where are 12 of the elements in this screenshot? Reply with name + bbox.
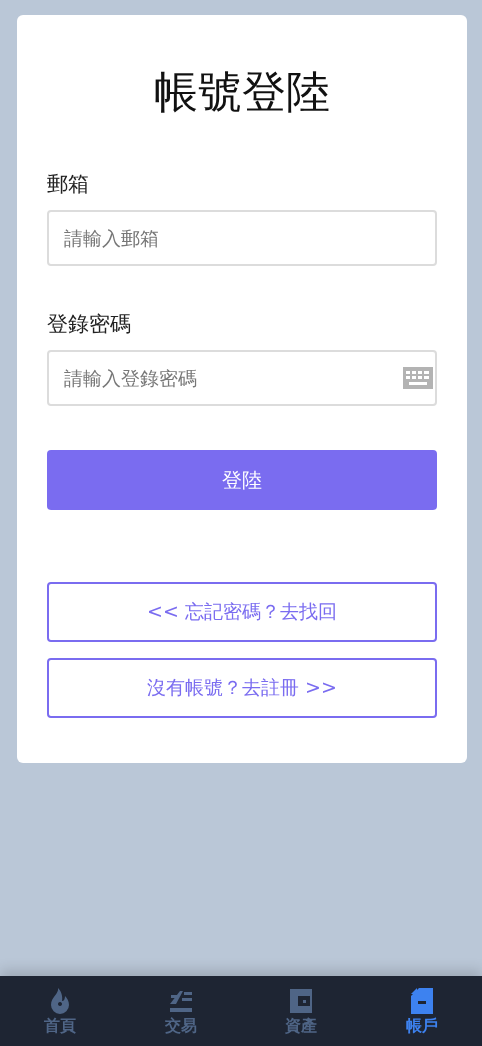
nav-tab[interactable]: 資產 [241, 976, 362, 1046]
register-button[interactable]: 沒有帳號？去註冊 >> [47, 658, 437, 718]
email-field[interactable]: 請輸入郵箱 [47, 210, 437, 266]
field-label: 郵箱 [47, 171, 90, 198]
nav-tab[interactable]: 帳戶 [361, 976, 482, 1046]
field-label: 登錄密碼 [47, 311, 132, 338]
nav-tab[interactable]: 交易 [120, 976, 241, 1046]
password-field[interactable]: 請輸入登錄密碼 [47, 350, 437, 406]
forgot-password-button[interactable]: << 忘記密碼？去找回 [47, 582, 437, 642]
page-title: 帳號登陸 [153, 65, 331, 119]
login-button[interactable]: 登陸 [47, 450, 437, 510]
nav-tab[interactable]: 首頁 [0, 976, 121, 1046]
